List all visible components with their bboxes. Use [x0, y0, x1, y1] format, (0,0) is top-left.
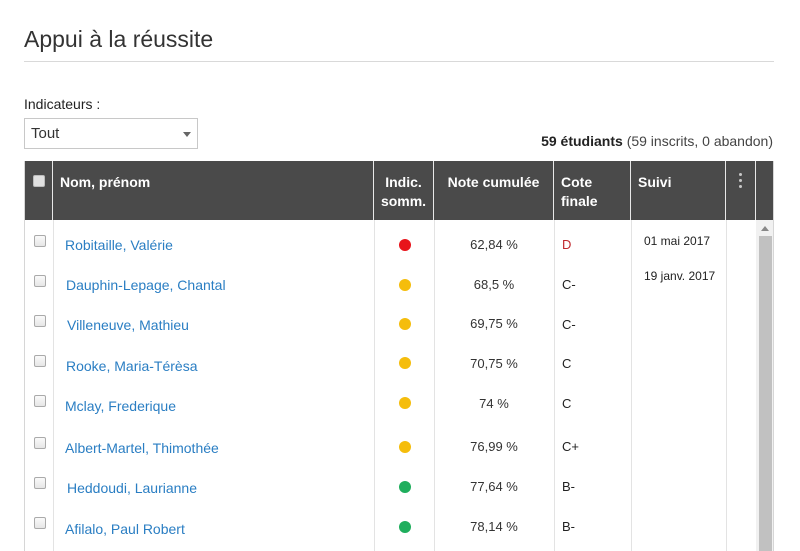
table-body: Robitaille, Valérie 62,84 % D 01 mai 201… — [25, 220, 773, 551]
row-checkbox[interactable] — [34, 437, 46, 449]
scroll-up-arrow-icon[interactable] — [761, 226, 769, 231]
followup-date: 01 mai 2017 — [644, 234, 711, 248]
header-indicator-line2: somm. — [380, 193, 427, 209]
table-row: Villeneuve, Mathieu 69,75 % C- — [25, 302, 755, 342]
table-row: Albert-Martel, Thimothée 76,99 % C+ — [25, 422, 755, 462]
table-row: Mclay, Frederique 74 % C — [25, 382, 755, 422]
indicator-filter-select[interactable]: Tout — [24, 118, 198, 149]
student-count: 59 étudiants (59 inscrits, 0 abandon) — [541, 133, 773, 149]
indicator-dot — [399, 239, 411, 251]
followup-date: 19 janv. 2017 — [644, 269, 716, 283]
table-row: Heddoudi, Laurianne 77,64 % B- — [25, 464, 755, 504]
indicator-dot — [399, 357, 411, 369]
indicator-dot — [399, 397, 411, 409]
row-checkbox[interactable] — [34, 275, 46, 287]
cumulative-note: 68,5 % — [473, 277, 515, 292]
table-row: Afilalo, Paul Robert 78,14 % B- — [25, 504, 755, 544]
indicator-dot — [399, 521, 411, 533]
title-divider — [24, 61, 774, 62]
indicator-filter-label: Indicateurs : — [24, 96, 101, 112]
student-name-link[interactable]: Afilalo, Paul Robert — [65, 521, 185, 537]
cumulative-note: 78,14 % — [470, 519, 518, 534]
row-checkbox[interactable] — [34, 315, 46, 327]
table-header: Nom, prénom Indic. somm. Note cumulée Co… — [25, 161, 773, 220]
final-grade: B- — [562, 519, 575, 534]
header-indicator[interactable]: Indic. somm. — [374, 161, 434, 220]
scrollbar-thumb[interactable] — [759, 236, 772, 551]
header-note[interactable]: Note cumulée — [434, 161, 554, 220]
indicator-dot — [399, 481, 411, 493]
cumulative-note: 62,84 % — [470, 237, 518, 252]
student-name-link[interactable]: Albert-Martel, Thimothée — [65, 440, 219, 456]
header-cote[interactable]: Cote finale — [554, 161, 631, 220]
cumulative-note: 70,75 % — [470, 356, 518, 371]
final-grade: C- — [562, 277, 576, 292]
chevron-down-icon — [183, 132, 191, 137]
student-name-link[interactable]: Robitaille, Valérie — [65, 237, 173, 253]
student-count-total: 59 étudiants — [541, 133, 623, 149]
cumulative-note: 77,64 % — [470, 479, 518, 494]
table-row: Robitaille, Valérie 62,84 % D 01 mai 201… — [25, 222, 755, 262]
header-cote-line1: Cote — [561, 174, 593, 190]
indicator-dot — [399, 318, 411, 330]
row-checkbox[interactable] — [34, 235, 46, 247]
final-grade: D — [562, 237, 572, 252]
indicator-dot — [399, 441, 411, 453]
cumulative-note: 76,99 % — [470, 439, 518, 454]
indicator-filter-value: Tout — [31, 125, 60, 142]
final-grade: C — [562, 396, 572, 411]
row-checkbox[interactable] — [34, 477, 46, 489]
indicator-dot — [399, 279, 411, 291]
table-row: Rooke, Maria-Térèsa 70,75 % C — [25, 342, 755, 382]
student-name-link[interactable]: Rooke, Maria-Térèsa — [66, 358, 198, 374]
final-grade: B- — [562, 479, 575, 494]
header-cote-line2: finale — [561, 193, 598, 209]
header-name[interactable]: Nom, prénom — [53, 161, 374, 220]
students-table: Nom, prénom Indic. somm. Note cumulée Co… — [24, 161, 774, 551]
row-checkbox[interactable] — [34, 517, 46, 529]
student-name-link[interactable]: Villeneuve, Mathieu — [67, 317, 189, 333]
final-grade: C+ — [562, 439, 579, 454]
page-title: Appui à la réussite — [24, 26, 214, 52]
row-checkbox[interactable] — [34, 355, 46, 367]
column-menu-button[interactable] — [726, 161, 756, 220]
student-count-detail: (59 inscrits, 0 abandon) — [626, 133, 773, 149]
header-select-cell — [25, 161, 53, 220]
header-suivi[interactable]: Suivi — [631, 161, 726, 220]
table-row: Dauphin-Lepage, Chantal 68,5 % C- 19 jan… — [25, 262, 755, 302]
student-name-link[interactable]: Dauphin-Lepage, Chantal — [66, 277, 226, 293]
final-grade: C — [562, 356, 572, 371]
student-name-link[interactable]: Heddoudi, Laurianne — [67, 480, 197, 496]
row-checkbox[interactable] — [34, 395, 46, 407]
kebab-menu-icon — [739, 173, 743, 191]
select-all-checkbox[interactable] — [33, 175, 45, 187]
vertical-scrollbar[interactable] — [756, 220, 773, 551]
cumulative-note: 74 % — [479, 396, 509, 411]
final-grade: C- — [562, 317, 576, 332]
header-indicator-line1: Indic. — [385, 174, 422, 190]
cumulative-note: 69,75 % — [470, 316, 518, 331]
student-name-link[interactable]: Mclay, Frederique — [65, 398, 176, 414]
